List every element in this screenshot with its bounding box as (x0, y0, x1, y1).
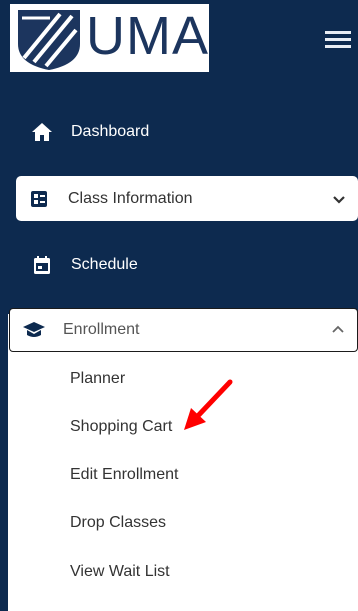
shield-icon (18, 10, 80, 70)
nav-item-label: Schedule (71, 256, 138, 273)
home-icon (30, 120, 54, 144)
red-arrow-icon (184, 379, 233, 430)
id-card-icon (27, 187, 51, 211)
nav-item-dashboard[interactable]: Dashboard (8, 112, 358, 152)
submenu-item-planner[interactable]: Planner (70, 370, 125, 388)
hamburger-menu-icon[interactable] (325, 28, 351, 48)
nav-item-label: Enrollment (63, 321, 140, 338)
nav-item-label: Dashboard (71, 123, 150, 140)
submenu-item-shopping-cart[interactable]: Shopping Cart (70, 418, 172, 436)
chevron-down-icon (333, 195, 345, 204)
nav-item-label: Class Information (68, 189, 193, 207)
uma-logo[interactable]: UMA (10, 4, 209, 72)
logo-text: UMA (86, 6, 209, 66)
nav-item-class-information[interactable]: Class Information (16, 176, 358, 221)
submenu-item-drop-classes[interactable]: Drop Classes (70, 514, 166, 532)
submenu-item-edit-enrollment[interactable]: Edit Enrollment (70, 466, 179, 484)
nav-item-schedule[interactable]: Schedule (8, 245, 358, 285)
graduation-cap-icon (22, 318, 46, 342)
nav-item-enrollment[interactable]: Enrollment (9, 308, 358, 352)
chevron-up-icon (332, 325, 344, 333)
sidebar-edge (0, 0, 8, 611)
submenu-item-view-wait-list[interactable]: View Wait List (70, 563, 170, 581)
calendar-icon (30, 253, 54, 277)
